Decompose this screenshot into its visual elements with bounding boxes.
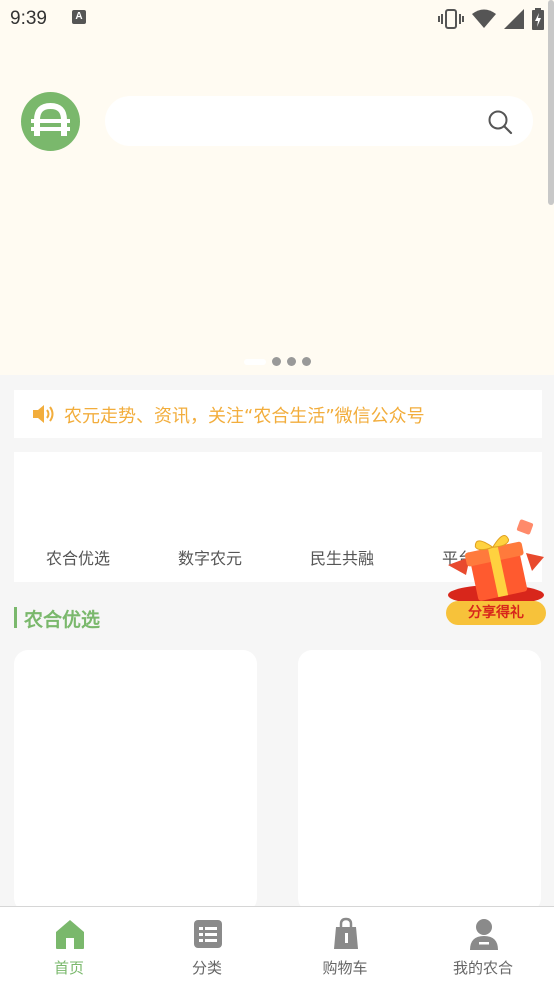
shopping-bag-icon <box>334 917 358 949</box>
signal-icon <box>504 9 524 29</box>
section-accent-bar <box>14 607 17 628</box>
category-item[interactable]: 民生共融 <box>310 545 374 569</box>
search-icon[interactable] <box>487 109 513 135</box>
bottom-tab-bar: 首页 分类 购物车 我的农合 <box>0 906 554 985</box>
status-time: 9:39 <box>10 8 47 29</box>
home-icon <box>56 920 84 949</box>
status-icons <box>438 8 544 30</box>
tab-label: 我的农合 <box>452 959 513 977</box>
tab-label: 分类 <box>191 959 222 977</box>
section-title: 农合优选 <box>24 609 101 631</box>
category-item[interactable]: 农合优选 <box>46 545 110 569</box>
carousel-indicator <box>244 357 311 366</box>
tab-cart[interactable]: 购物车 <box>276 907 414 985</box>
tab-profile[interactable]: 我的农合 <box>414 907 552 985</box>
carousel-dot[interactable] <box>287 357 296 366</box>
share-gift-label[interactable]: 分享得礼 <box>446 601 546 625</box>
category-icon <box>194 920 222 948</box>
battery-icon <box>532 8 544 30</box>
share-gift-button[interactable]: 分享得礼 <box>440 517 552 632</box>
notice-bar[interactable]: 农元走势、资讯，关注“农合生活”微信公众号 <box>14 390 542 438</box>
app-logo-icon[interactable] <box>21 92 80 151</box>
tab-label: 购物车 <box>322 959 368 977</box>
gift-box-icon <box>448 519 544 605</box>
product-card[interactable] <box>298 650 541 912</box>
notice-text: 农元走势、资讯，关注“农合生活”微信公众号 <box>64 406 425 427</box>
banner-area[interactable]: 9:39 A <box>0 0 554 375</box>
tab-label: 首页 <box>53 959 84 977</box>
carousel-dot[interactable] <box>302 357 311 366</box>
product-card[interactable] <box>14 650 257 912</box>
scrollbar[interactable] <box>548 0 554 205</box>
vibrate-icon <box>438 9 464 29</box>
tab-home[interactable]: 首页 <box>0 907 138 985</box>
tab-category[interactable]: 分类 <box>138 907 276 985</box>
category-item[interactable]: 数字农元 <box>178 545 242 569</box>
notification-icon: A <box>72 10 86 24</box>
speaker-icon <box>33 405 54 423</box>
search-bar[interactable] <box>105 96 533 146</box>
wifi-icon <box>472 9 496 28</box>
user-icon <box>470 919 498 950</box>
carousel-dot-active[interactable] <box>244 358 266 365</box>
carousel-dot[interactable] <box>272 357 281 366</box>
status-bar: 9:39 A <box>0 0 554 38</box>
